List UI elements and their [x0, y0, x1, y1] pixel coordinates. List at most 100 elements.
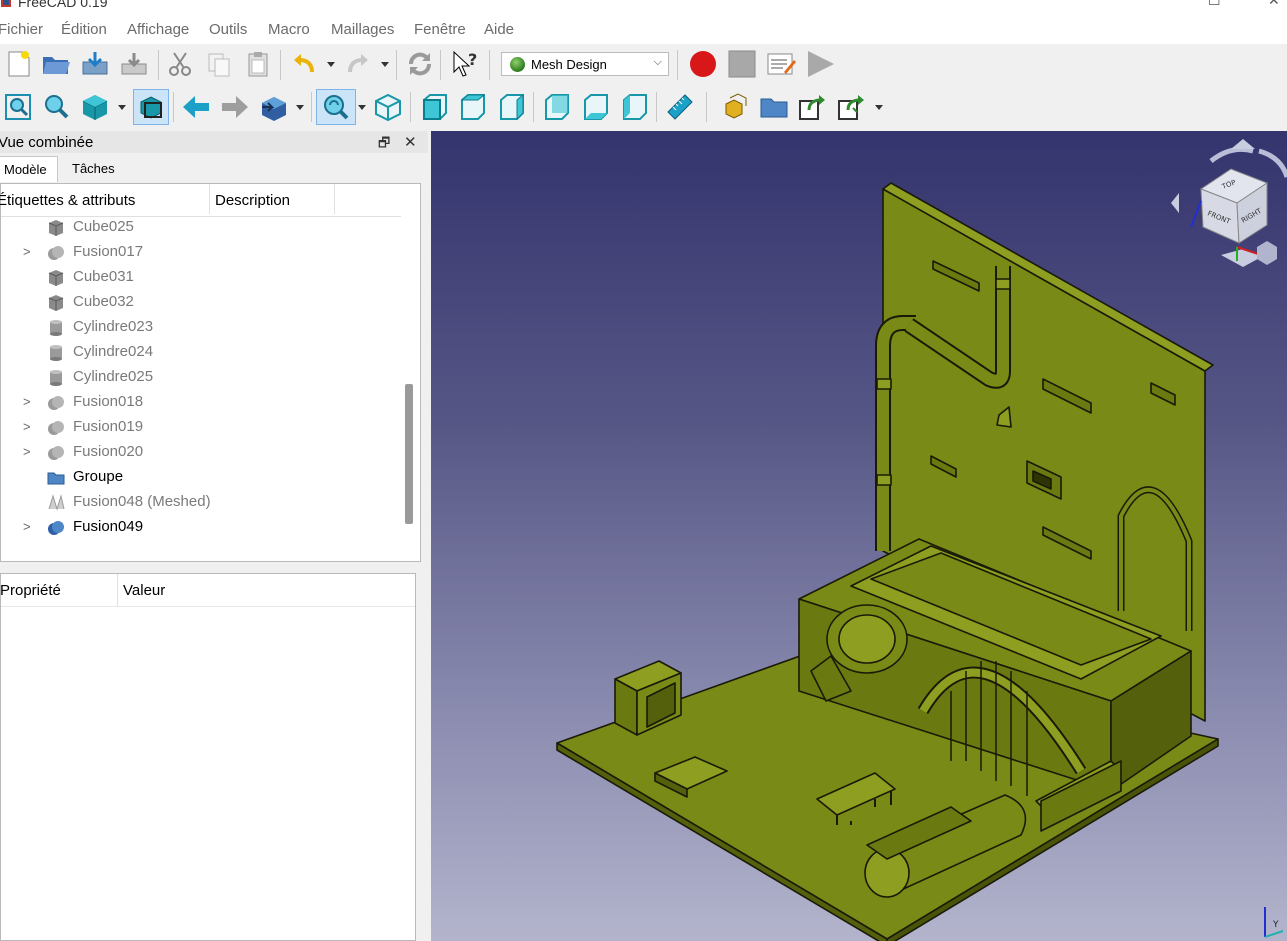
save-button[interactable]	[79, 48, 111, 80]
copy-button[interactable]	[203, 48, 235, 80]
tree-item[interactable]: Cylindre025	[1, 365, 401, 390]
std-views-menu-button[interactable]	[258, 91, 290, 123]
tree-item[interactable]: > Fusion049	[1, 515, 401, 540]
undo-dropdown[interactable]	[326, 48, 336, 80]
redo-button[interactable]	[342, 48, 374, 80]
property-header-value[interactable]: Valeur	[123, 582, 165, 599]
maximize-button[interactable]: ☐	[1208, 0, 1221, 9]
tree-item[interactable]: Cylindre024	[1, 340, 401, 365]
macro-run-button[interactable]	[804, 48, 836, 80]
header-divider	[334, 184, 335, 214]
view-isometric-button[interactable]	[372, 91, 404, 123]
view-top-button[interactable]	[457, 91, 489, 123]
tree-scrollbar[interactable]	[405, 384, 413, 524]
menu-affichage[interactable]: Affichage	[127, 21, 189, 38]
navigation-cube[interactable]: TOP FRONT RIGHT	[1171, 139, 1287, 267]
redo-icon	[348, 54, 368, 73]
link-actions-dropdown[interactable]	[874, 91, 884, 123]
expand-arrow-icon[interactable]: >	[23, 394, 31, 409]
float-panel-icon[interactable]: 🗗	[378, 134, 390, 156]
back-button[interactable]	[180, 91, 212, 123]
tree-item[interactable]: > Fusion018	[1, 390, 401, 415]
tree-item[interactable]: > Fusion019	[1, 415, 401, 440]
menu-aide[interactable]: Aide	[484, 21, 514, 38]
view-bottom-button[interactable]	[580, 91, 612, 123]
tree-item[interactable]: Fusion048 (Meshed)	[1, 490, 401, 515]
refresh-button[interactable]	[404, 48, 436, 80]
cylinder-icon	[47, 319, 65, 337]
tree-item[interactable]: Groupe	[1, 465, 401, 490]
tree-item[interactable]: Cube025	[1, 215, 401, 240]
forward-button[interactable]	[219, 91, 251, 123]
toolbar-separator	[280, 50, 281, 80]
close-window-button[interactable]: ✕	[1268, 0, 1280, 9]
undo-button[interactable]	[288, 48, 320, 80]
whats-this-button[interactable]: ?	[449, 48, 481, 80]
save-as-button[interactable]	[118, 48, 150, 80]
tab-modele[interactable]: Modèle	[0, 156, 58, 182]
menu-fenetre[interactable]: Fenêtre	[414, 21, 466, 38]
measure-distance-button[interactable]	[664, 91, 696, 123]
mesh-icon	[47, 494, 65, 512]
new-document-button[interactable]	[3, 48, 35, 80]
link-actions-button[interactable]	[835, 91, 867, 123]
view-rear-button[interactable]	[541, 91, 573, 123]
paste-button[interactable]	[242, 48, 274, 80]
copy-icon	[208, 53, 230, 77]
view-front-button[interactable]	[419, 91, 451, 123]
zoom-dropdown[interactable]	[357, 91, 367, 123]
tree-item[interactable]: Cube031	[1, 265, 401, 290]
view-right-button[interactable]	[496, 91, 528, 123]
tab-taches-label: Tâches	[72, 161, 115, 176]
std-views-dropdown[interactable]	[295, 91, 305, 123]
bounding-box-button[interactable]	[133, 89, 169, 125]
tree-header-description[interactable]: Description	[215, 192, 290, 209]
window-title: FreeCAD 0.19	[18, 0, 108, 10]
freecad-logo-icon	[1, 0, 11, 7]
menu-macro[interactable]: Macro	[268, 21, 310, 38]
menu-maillages[interactable]: Maillages	[331, 21, 394, 38]
cut-button[interactable]	[164, 48, 196, 80]
redo-dropdown[interactable]	[380, 48, 390, 80]
menu-outils[interactable]: Outils	[209, 21, 247, 38]
fusion-icon	[47, 244, 65, 262]
menu-edition[interactable]: Édition	[61, 21, 107, 38]
view-left-button[interactable]	[619, 91, 651, 123]
expand-arrow-icon[interactable]: >	[23, 244, 31, 259]
expand-arrow-icon[interactable]: >	[23, 419, 31, 434]
folder-icon	[760, 98, 788, 118]
close-panel-icon[interactable]: ✕	[404, 133, 417, 151]
tree-item-label: Fusion049	[73, 518, 144, 535]
axis-indicator-icon: Y	[1264, 907, 1284, 938]
open-button[interactable]	[40, 48, 72, 80]
fit-all-button[interactable]	[2, 91, 34, 123]
chevron-down-icon	[296, 104, 304, 110]
tree-item[interactable]: Cylindre023	[1, 315, 401, 340]
toolbar-separator	[311, 92, 312, 122]
svg-text:Y: Y	[1272, 920, 1279, 930]
link-actions-icon	[838, 95, 864, 120]
macro-edit-button[interactable]	[765, 48, 797, 80]
tree-item[interactable]: > Fusion017	[1, 240, 401, 265]
fit-selection-button[interactable]	[40, 91, 72, 123]
property-header-name[interactable]: Propriété	[0, 582, 61, 599]
expand-arrow-icon[interactable]: >	[23, 519, 31, 534]
tab-taches[interactable]: Tâches	[60, 156, 126, 182]
macro-record-button[interactable]	[687, 48, 719, 80]
create-link-button[interactable]	[796, 91, 828, 123]
draw-style-dropdown[interactable]	[117, 91, 127, 123]
draw-style-button[interactable]	[79, 91, 111, 123]
tree-item[interactable]: Cube032	[1, 290, 401, 315]
expand-arrow-icon[interactable]: >	[23, 444, 31, 459]
refresh-icon	[409, 52, 431, 76]
tree-header-labels[interactable]: Étiquettes & attributs	[0, 192, 135, 209]
create-part-button[interactable]	[719, 91, 751, 123]
macro-stop-button[interactable]	[726, 48, 758, 80]
menu-fichier[interactable]: Fichier	[0, 21, 43, 38]
tree-item[interactable]: > Fusion020	[1, 440, 401, 465]
create-group-button[interactable]	[758, 91, 790, 123]
zoom-button[interactable]	[316, 89, 356, 125]
workbench-selector[interactable]: Mesh Design ⌵	[501, 52, 669, 76]
3d-viewport[interactable]: TOP FRONT RIGHT Y	[431, 131, 1287, 941]
tree-item-label: Cylindre023	[73, 318, 154, 335]
